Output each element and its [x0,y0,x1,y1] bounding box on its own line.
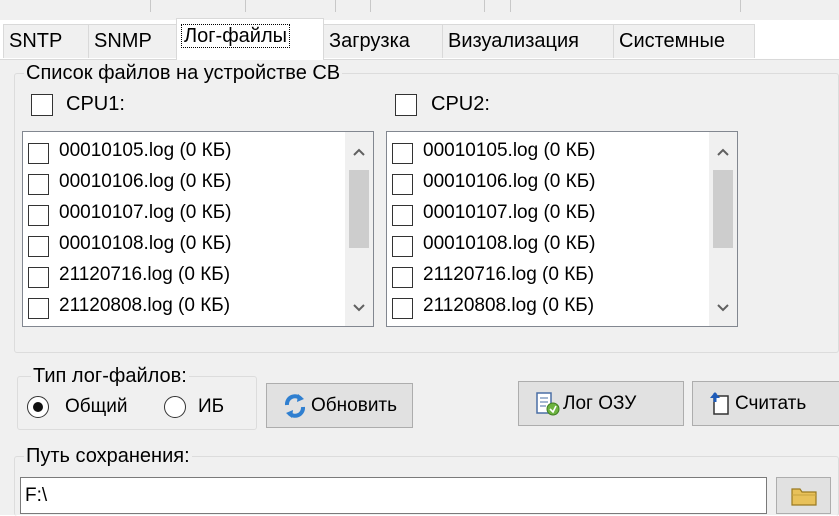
file-name: 00010105.log (0 КБ) [423,140,596,161]
refresh-label: Обновить [311,394,398,416]
list-item[interactable]: 21120808.log (0 КБ) [23,293,333,324]
chevron-down-icon[interactable] [345,294,373,322]
tab-strip: SNTP SNMP Лог-файлы Загрузка Визуализаци… [0,18,839,60]
file-checkbox[interactable] [392,205,413,226]
file-checkbox[interactable] [28,174,49,195]
radio-ib[interactable] [164,396,186,418]
list-item[interactable]: 00010108.log (0 КБ) [387,231,697,262]
file-name: 21120808.log (0 КБ) [59,295,231,316]
tab-log-files[interactable]: Лог-файлы [176,18,324,60]
read-label: Считать [735,392,807,414]
file-checkbox[interactable] [392,174,413,195]
save-path-title: Путь сохранения: [24,445,192,468]
read-icon [705,390,733,418]
browse-folder-button[interactable] [776,477,831,514]
save-path-input[interactable]: F:\ [20,477,767,514]
file-name: 00010106.log (0 КБ) [59,171,232,192]
file-checkbox[interactable] [392,236,413,257]
tab-sntp[interactable]: SNTP [3,24,89,58]
list-item[interactable]: 00010105.log (0 КБ) [23,138,333,169]
tab-visualization[interactable]: Визуализация [442,24,614,58]
file-name: 00010106.log (0 КБ) [423,171,596,192]
file-checkbox[interactable] [392,143,413,164]
log-type-title: Тип лог-файлов: [31,365,189,388]
file-name: 00010108.log (0 КБ) [423,233,596,254]
file-checkbox[interactable] [28,205,49,226]
file-name: 00010108.log (0 КБ) [59,233,232,254]
file-checkbox[interactable] [28,236,49,257]
radio-ib-label: ИБ [198,396,225,417]
cpu1-select-all-checkbox[interactable] [31,94,53,116]
list-item[interactable]: 21120716.log (0 КБ) [387,262,697,293]
tab-log-files-label: Лог-файлы [181,24,290,48]
list-item[interactable]: 00010107.log (0 КБ) [23,200,333,231]
list-item[interactable]: 00010105.log (0 КБ) [387,138,697,169]
radio-common[interactable] [27,396,49,418]
folder-icon [790,484,818,514]
radio-common-label: Общий [65,396,128,417]
file-name: 21120808.log (0 КБ) [423,295,595,316]
cpu2-select-all-checkbox[interactable] [395,94,417,116]
cpu1-scrollbar[interactable] [345,132,373,326]
file-name: 00010107.log (0 КБ) [423,202,596,223]
list-item[interactable]: 00010107.log (0 КБ) [387,200,697,231]
list-item[interactable]: 00010106.log (0 КБ) [23,169,333,200]
cpu2-scrollbar[interactable] [709,132,737,326]
file-checkbox[interactable] [392,298,413,319]
ram-log-button[interactable]: Лог ОЗУ [518,381,684,426]
file-checkbox[interactable] [28,267,49,288]
refresh-icon [281,392,309,420]
file-name: 21120716.log (0 КБ) [423,264,595,285]
file-name: 21120716.log (0 КБ) [59,264,231,285]
file-name: 00010107.log (0 КБ) [59,202,232,223]
cpu1-file-list[interactable]: 00010105.log (0 КБ) 00010106.log (0 КБ) … [22,131,374,327]
chevron-up-icon[interactable] [345,138,373,166]
chevron-down-icon[interactable] [709,294,737,322]
list-item[interactable]: 00010106.log (0 КБ) [387,169,697,200]
read-button[interactable]: Считать [692,381,839,426]
upper-panel-remnant [0,0,839,20]
ram-log-icon [533,390,561,418]
cpu2-file-list[interactable]: 00010105.log (0 КБ) 00010106.log (0 КБ) … [386,131,738,327]
chevron-up-icon[interactable] [709,138,737,166]
files-group-title: Список файлов на устройстве СВ [24,62,343,85]
file-name: 00010105.log (0 КБ) [59,140,232,161]
scrollbar-thumb[interactable] [349,170,369,248]
file-checkbox[interactable] [28,143,49,164]
tab-system[interactable]: Системные [613,24,755,58]
list-item[interactable]: 21120716.log (0 КБ) [23,262,333,293]
tab-snmp[interactable]: SNMP [88,24,178,58]
file-checkbox[interactable] [28,298,49,319]
list-item[interactable]: 00010108.log (0 КБ) [23,231,333,262]
tab-download[interactable]: Загрузка [323,24,443,58]
refresh-button[interactable]: Обновить [266,383,413,428]
file-checkbox[interactable] [392,267,413,288]
cpu2-label: CPU2: [431,93,490,115]
ram-log-label: Лог ОЗУ [563,392,637,414]
scrollbar-thumb[interactable] [713,170,733,248]
cpu1-label: CPU1: [66,93,125,115]
list-item[interactable]: 21120808.log (0 КБ) [387,293,697,324]
